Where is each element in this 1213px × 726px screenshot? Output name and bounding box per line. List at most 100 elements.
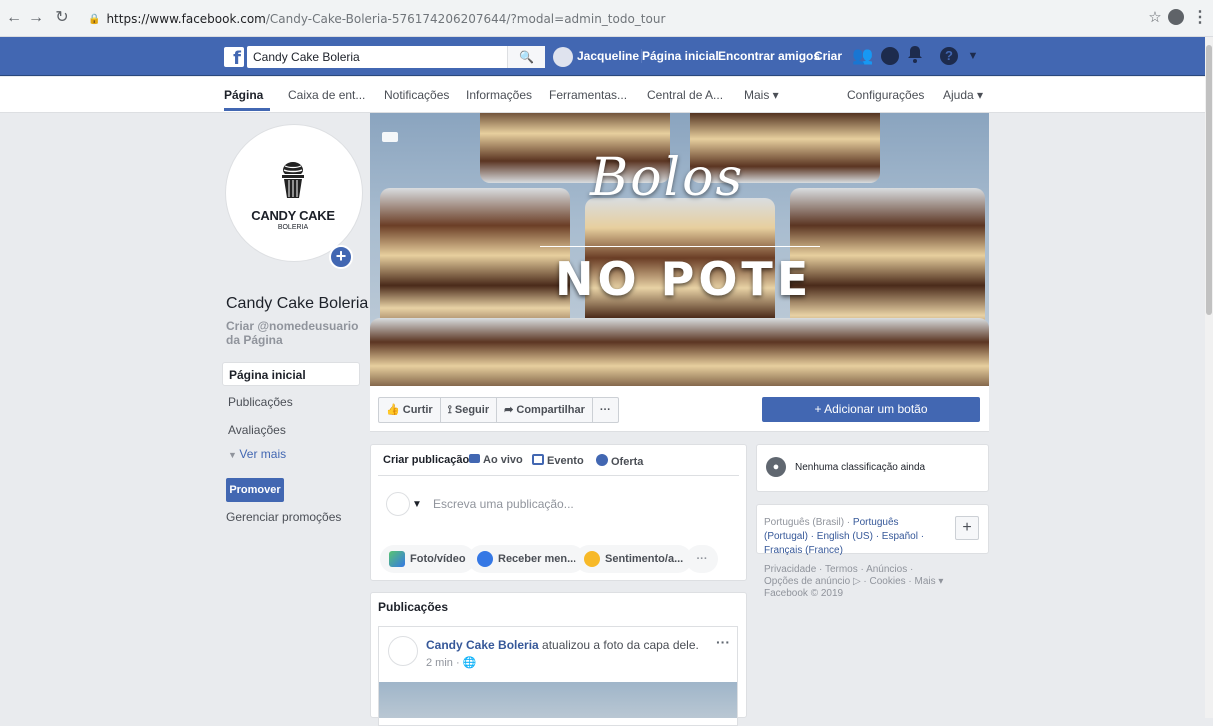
live-video-tab[interactable]: Ao vivo	[469, 454, 523, 466]
user-name-link[interactable]: Jacqueline	[577, 49, 639, 63]
find-friends-link[interactable]: Encontrar amigos	[718, 49, 820, 63]
composer-more-button[interactable]: ···	[686, 545, 718, 573]
create-post-tab[interactable]: Criar publicação	[383, 454, 469, 466]
add-language-button[interactable]: +	[955, 516, 979, 540]
rating-speech-bubble-icon: ●	[766, 457, 786, 477]
cover-title-block: NO POTE	[555, 252, 813, 306]
update-profile-photo-plus-icon[interactable]: +	[329, 245, 353, 269]
help-icon[interactable]: ?	[938, 45, 960, 67]
promote-button[interactable]: Promover	[226, 478, 284, 502]
leftnav-posts[interactable]: Publicações	[222, 390, 360, 414]
composer-divider	[378, 475, 739, 476]
tab-tools[interactable]: Ferramentas...	[549, 88, 627, 102]
account-menu-chevron-icon[interactable]: ▼	[962, 45, 984, 67]
offer-label: Oferta	[611, 456, 644, 468]
page-title: Candy Cake Boleria	[226, 295, 369, 312]
current-language: Português (Brasil) ·	[764, 517, 853, 528]
post-author-link[interactable]: Candy Cake Boleria	[426, 638, 539, 652]
live-video-icon	[469, 454, 480, 463]
lock-icon: 🔒	[88, 13, 101, 25]
facebook-logo-icon[interactable]: f	[224, 47, 244, 69]
calendar-icon	[532, 454, 544, 465]
footer-copyright: Facebook © 2019	[764, 588, 844, 599]
cupcake-logo-icon	[278, 160, 308, 198]
tab-information[interactable]: Informações	[466, 88, 532, 102]
url-host: https://www.facebook.com	[106, 12, 266, 26]
follow-button[interactable]: ⟟ Seguir	[441, 398, 498, 422]
user-avatar[interactable]	[553, 47, 573, 67]
reload-icon[interactable]: ↻	[52, 9, 72, 27]
share-arrow-icon: ➦	[504, 404, 514, 416]
search-icon[interactable]: 🔍	[507, 46, 545, 68]
post-time: 2 min ·	[426, 657, 463, 669]
footer-line-1[interactable]: Privacidade · Termos · Anúncios ·	[764, 564, 964, 576]
tab-help[interactable]: Ajuda ▾	[943, 88, 983, 102]
home-link[interactable]: Página inicial	[641, 49, 719, 63]
caret-down-icon[interactable]: ▼	[412, 499, 422, 510]
feeling-label: Sentimento/a...	[605, 553, 684, 565]
receive-messages-label: Receber men...	[498, 553, 577, 565]
add-button-cta[interactable]: + Adicionar um botão	[762, 397, 980, 422]
logo-text-main: CANDY CAKE	[251, 208, 335, 223]
composer-input[interactable]: Escreva uma publicação...	[433, 497, 574, 511]
tab-more[interactable]: Mais ▾	[744, 88, 779, 102]
posts-title: Publicações	[378, 600, 449, 614]
receive-messages-button[interactable]: Receber men...	[468, 545, 586, 573]
post-author-avatar[interactable]	[388, 636, 418, 666]
logo-text-sub: BOLERIA	[277, 224, 309, 231]
tab-inbox[interactable]: Caixa de ent...	[288, 88, 365, 102]
leftnav-reviews[interactable]: Avaliações	[222, 418, 360, 442]
footer-links: Privacidade · Termos · Anúncios · Opções…	[764, 564, 964, 600]
notifications-bell-icon[interactable]	[904, 45, 926, 67]
follow-label: Seguir	[454, 404, 490, 416]
photo-video-button[interactable]: Foto/vídeo	[380, 545, 475, 573]
globe-icon: 🌐	[462, 657, 477, 669]
photo-video-label: Foto/vídeo	[410, 553, 466, 565]
offer-tab[interactable]: Oferta	[596, 454, 643, 468]
share-button[interactable]: ➦ Compartilhar	[497, 398, 593, 422]
offer-tag-icon	[596, 454, 608, 466]
tab-settings[interactable]: Configurações	[847, 88, 924, 102]
thumbs-up-icon: 👍	[386, 404, 400, 416]
language-list: Português (Brasil) · Português (Portugal…	[764, 516, 944, 558]
manage-promotions-link[interactable]: Gerenciar promoções	[226, 510, 341, 524]
post-action-text: atualizou a foto da capa dele.	[538, 638, 699, 652]
post-timestamp[interactable]: 2 min · 🌐	[426, 656, 476, 669]
friend-requests-icon[interactable]: 👥	[852, 45, 874, 67]
share-label: Compartilhar	[516, 404, 585, 416]
tab-help-center[interactable]: Central de A...	[647, 88, 723, 102]
video-camera-icon[interactable]	[382, 132, 398, 142]
post-image[interactable]	[379, 682, 737, 718]
leftnav-home[interactable]: Página inicial	[222, 362, 360, 386]
profile-icon[interactable]	[1168, 9, 1184, 25]
more-actions-button[interactable]: ···	[593, 398, 618, 422]
back-arrow-icon[interactable]: ←	[4, 9, 24, 27]
cover-title-script: Bolos	[590, 148, 745, 208]
scrollbar-thumb[interactable]	[1206, 45, 1212, 315]
search-value: Candy Cake Boleria	[253, 50, 360, 64]
event-tab[interactable]: Evento	[532, 454, 584, 467]
tab-notifications[interactable]: Notificações	[384, 88, 449, 102]
event-label: Evento	[547, 455, 584, 467]
see-more-link[interactable]: ▼ Ver mais	[228, 447, 286, 461]
bookmark-star-icon[interactable]: ☆	[1145, 9, 1165, 27]
rss-icon: ⟟	[447, 404, 452, 416]
menu-kebab-icon[interactable]: ⋮	[1190, 9, 1210, 27]
caret-down-icon: ▼	[228, 450, 240, 460]
see-more-label: Ver mais	[239, 447, 287, 461]
create-link[interactable]: Criar	[814, 49, 842, 63]
smiley-icon	[584, 551, 600, 567]
composer-page-avatar[interactable]	[386, 492, 410, 516]
address-bar[interactable]: 🔒 https://www.facebook.com/Candy-Cake-Bo…	[88, 6, 1118, 32]
tab-page[interactable]: Página	[224, 88, 263, 102]
create-username-link[interactable]: Criar @nomedeusuario da Página	[226, 319, 366, 347]
cover-divider-arrow	[540, 246, 820, 247]
search-input[interactable]: Candy Cake Boleria 🔍	[247, 46, 545, 68]
active-tab-indicator	[224, 108, 270, 111]
feeling-activity-button[interactable]: Sentimento/a...	[575, 545, 693, 573]
forward-arrow-icon[interactable]: →	[26, 9, 46, 27]
footer-line-2[interactable]: Opções de anúncio ▷ · Cookies · Mais ▾	[764, 576, 964, 588]
post-options-button[interactable]: ···	[716, 634, 730, 650]
like-button[interactable]: 👍 Curtir	[379, 398, 441, 422]
messenger-icon[interactable]	[879, 45, 901, 67]
